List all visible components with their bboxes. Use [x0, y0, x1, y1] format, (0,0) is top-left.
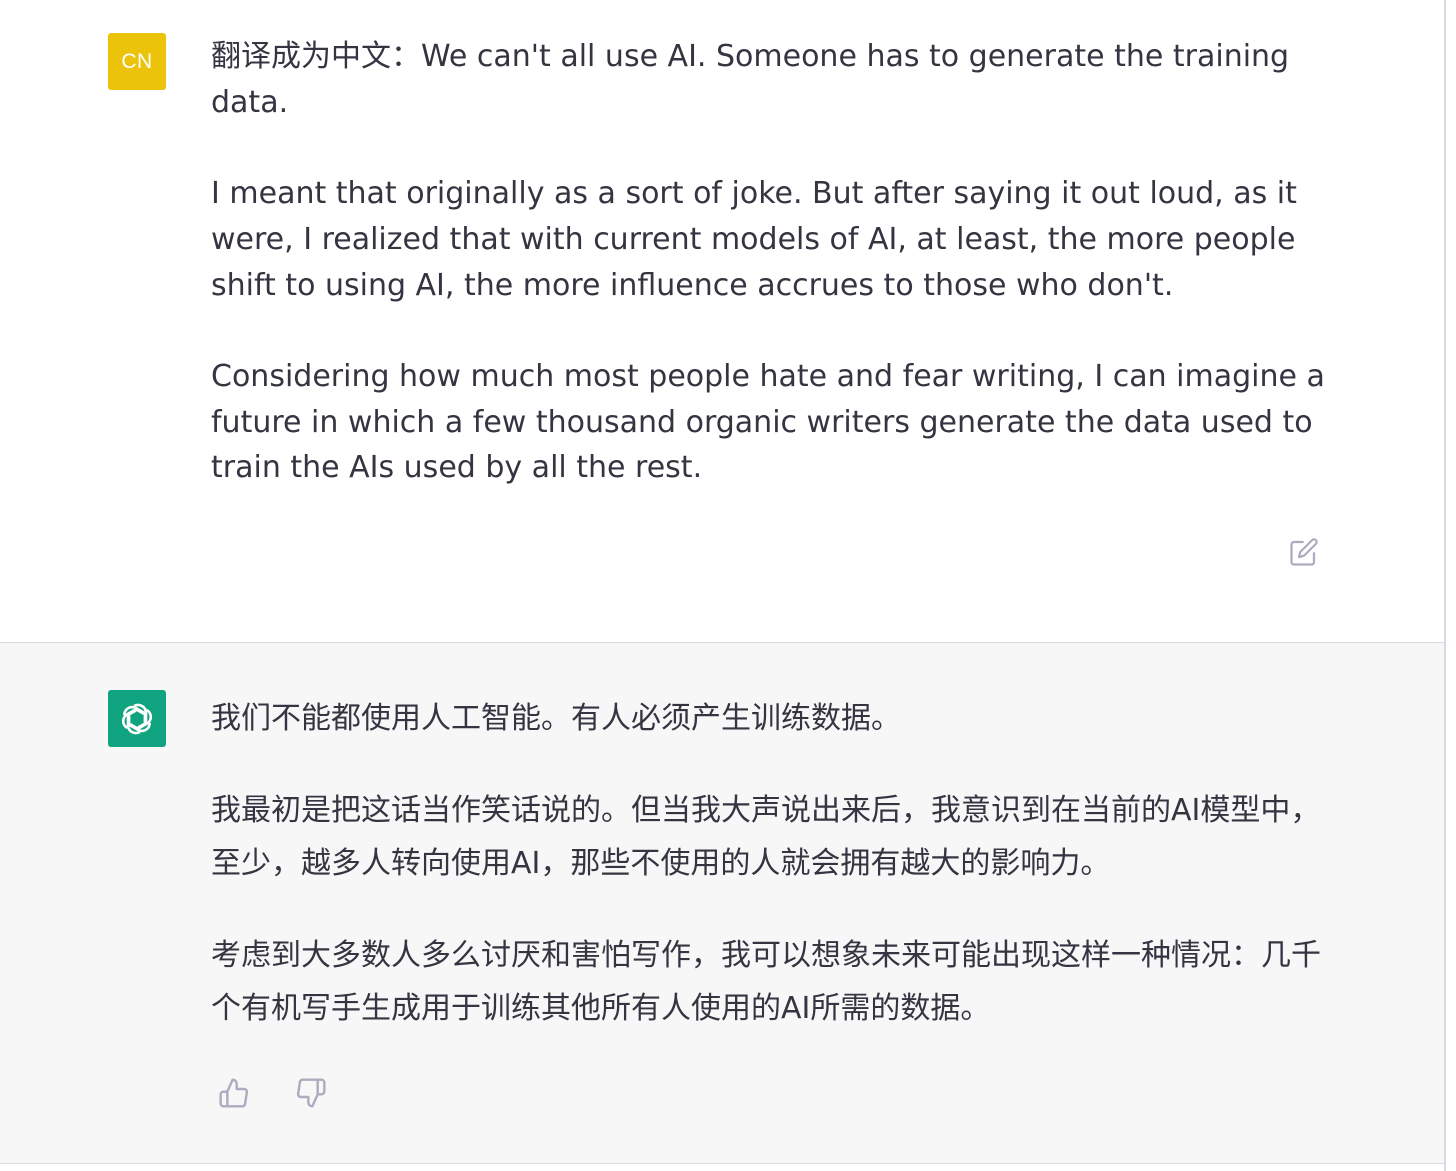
assistant-message-paragraph: 考虑到大多数人多么讨厌和害怕写作，我可以想象未来可能出现这样一种情况：几千个有机…: [211, 938, 1321, 1026]
user-avatar: CN: [108, 33, 166, 90]
user-message-paragraph: 翻译成为中文：We can't all use AI. Someone has …: [211, 39, 1290, 120]
openai-logo-icon: [121, 703, 153, 734]
chat-page: CN 翻译成为中文：We can't all use AI. Someone h…: [0, 0, 1456, 1171]
user-message-text: 翻译成为中文：We can't all use AI. Someone has …: [211, 34, 1336, 537]
assistant-message-text: 我们不能都使用人工智能。有人必须产生训练数据。 我最初是把这话当作笑话说的。但当…: [211, 692, 1321, 1074]
thumbs-up-button[interactable]: [218, 1077, 250, 1109]
edit-message-button[interactable]: [1288, 536, 1320, 568]
assistant-message-paragraph: 我最初是把这话当作笑话说的。但当我大声说出来后，我意识到在当前的AI模型中，至少…: [211, 793, 1321, 881]
user-message-paragraph: I meant that originally as a sort of jok…: [211, 176, 1297, 303]
assistant-avatar: [108, 690, 166, 747]
thumbs-down-button[interactable]: [295, 1077, 327, 1109]
edit-icon: [1290, 538, 1318, 566]
thumbs-down-icon: [296, 1078, 326, 1108]
thumbs-up-icon: [219, 1078, 249, 1108]
assistant-message-row: 我们不能都使用人工智能。有人必须产生训练数据。 我最初是把这话当作笑话说的。但当…: [0, 643, 1444, 1164]
scrollbar-track: [1444, 0, 1446, 1171]
assistant-message-paragraph: 我们不能都使用人工智能。有人必须产生训练数据。: [211, 701, 901, 736]
user-message-paragraph: Considering how much most people hate an…: [211, 358, 1325, 486]
user-message-row: CN 翻译成为中文：We can't all use AI. Someone h…: [0, 0, 1444, 643]
